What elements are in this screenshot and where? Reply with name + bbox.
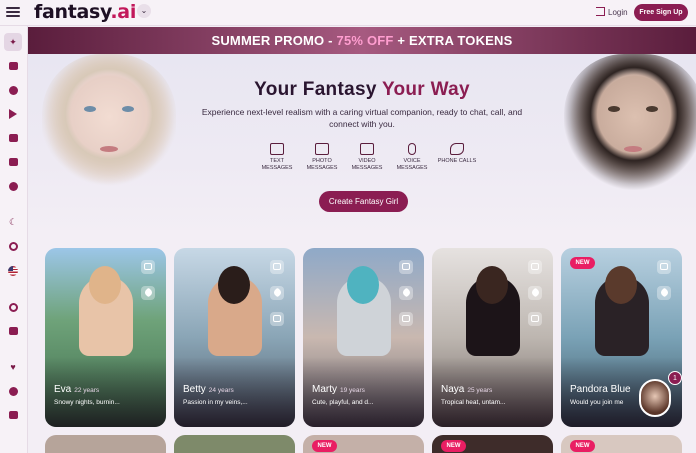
character-card[interactable]: NEW — [561, 435, 682, 453]
hero-title: Your Fantasy Your Way — [28, 79, 696, 101]
us-flag-icon[interactable] — [5, 263, 21, 279]
signup-button[interactable]: Free Sign Up — [634, 4, 688, 21]
chat-icon[interactable] — [399, 260, 413, 274]
hero-subtitle: Experience next-level realism with a car… — [201, 107, 523, 129]
sparkle-icon[interactable]: ✦ — [4, 33, 22, 51]
card-tagline: Snowy nights, burnin... — [54, 399, 120, 406]
logo-text: fantasy — [34, 1, 111, 23]
feature-voice-messages: VOICE MESSAGES — [392, 143, 432, 172]
heart-icon[interactable] — [399, 286, 413, 300]
globe-icon[interactable] — [5, 299, 21, 315]
hero-title-accent: Your Way — [381, 79, 470, 100]
video-icon — [360, 143, 374, 155]
hero-portrait-left — [30, 54, 188, 204]
new-badge: NEW — [312, 440, 337, 452]
feature-video-messages: VIDEO MESSAGES — [347, 143, 387, 172]
heart-icon[interactable]: ♥ — [5, 359, 21, 375]
phone-icon — [450, 143, 464, 155]
login-label: Login — [608, 8, 628, 17]
chat-icon[interactable] — [270, 260, 284, 274]
video-icon[interactable] — [399, 312, 413, 326]
moon-icon[interactable]: ☾ — [5, 214, 21, 230]
gift-icon[interactable] — [5, 154, 21, 170]
menu-icon[interactable] — [6, 5, 20, 19]
card-tagline: Tropical heat, untam... — [441, 399, 506, 406]
character-card[interactable]: Marty 19 years Cute, playful, and d... — [303, 248, 424, 427]
heart-icon[interactable] — [657, 286, 671, 300]
feature-phone-calls: PHONE CALLS — [437, 143, 477, 165]
card-name: Betty 24 years — [183, 384, 234, 395]
card-name: Pandora Blue — [570, 384, 631, 395]
pin-icon[interactable] — [5, 238, 21, 254]
compass-icon[interactable] — [5, 82, 21, 98]
unread-badge: 1 — [668, 371, 682, 385]
logo-suffix: .ai — [110, 1, 137, 23]
gallery-icon[interactable] — [5, 407, 21, 423]
hero-portrait-right — [556, 54, 696, 204]
card-tagline: Passion in my veins,... — [183, 399, 248, 406]
create-fantasy-girl-button[interactable]: Create Fantasy Girl — [319, 191, 408, 212]
user-icon[interactable] — [5, 383, 21, 399]
card-tagline: Would you join me — [570, 399, 624, 406]
video-icon[interactable] — [270, 312, 284, 326]
card-tagline: Cute, playful, and d... — [312, 399, 374, 406]
video-icon[interactable] — [528, 312, 542, 326]
new-badge: NEW — [570, 257, 595, 269]
logo[interactable]: fantasy.ai — [34, 1, 136, 23]
image-icon[interactable] — [5, 58, 21, 74]
character-card[interactable] — [45, 435, 166, 453]
promo-banner[interactable]: SUMMER PROMO - 75% OFF + EXTRA TOKENS — [28, 27, 696, 54]
play-icon[interactable] — [5, 106, 21, 122]
camera-icon[interactable] — [5, 323, 21, 339]
photo-icon — [315, 143, 329, 155]
chat-icon[interactable] — [657, 260, 671, 274]
heart-icon[interactable] — [270, 286, 284, 300]
feature-photo-messages: PHOTO MESSAGES — [302, 143, 342, 172]
login-icon — [596, 7, 605, 16]
card-name: Naya 25 years — [441, 384, 493, 395]
feature-list: TEXT MESSAGES PHOTO MESSAGES VIDEO MESSA… — [257, 143, 476, 177]
character-card[interactable] — [174, 435, 295, 453]
character-card[interactable]: Eva 22 years Snowy nights, burnin... — [45, 248, 166, 427]
promo-suffix: + EXTRA TOKENS — [393, 33, 513, 48]
hero-title-prefix: Your Fantasy — [254, 79, 382, 100]
heart-icon[interactable] — [141, 286, 155, 300]
chat-icon[interactable] — [141, 260, 155, 274]
promo-prefix: SUMMER PROMO - — [211, 33, 337, 48]
sidebar: ✦ ☾ ♥ — [0, 26, 28, 453]
new-badge: NEW — [570, 440, 595, 452]
mic-icon — [408, 143, 416, 155]
heart-icon[interactable] — [528, 286, 542, 300]
chat-avatar[interactable] — [639, 379, 671, 417]
character-card[interactable]: NEW — [303, 435, 424, 453]
promo-highlight: 75% OFF — [336, 33, 394, 48]
top-bar: fantasy.ai ⌄ Login Free Sign Up — [0, 0, 696, 26]
character-card[interactable]: Betty 24 years Passion in my veins,... — [174, 248, 295, 427]
character-card[interactable]: Naya 25 years Tropical heat, untam... — [432, 248, 553, 427]
coin-icon[interactable] — [5, 178, 21, 194]
card-name: Marty 19 years — [312, 384, 365, 395]
chat-icon[interactable] — [528, 260, 542, 274]
hero-section: Your Fantasy Your Way Experience next-le… — [28, 54, 696, 232]
card-name: Eva 22 years — [54, 384, 100, 395]
new-badge: NEW — [441, 440, 466, 452]
chevron-down-icon[interactable]: ⌄ — [137, 4, 151, 18]
feature-text-messages: TEXT MESSAGES — [257, 143, 297, 172]
chat-icon — [270, 143, 284, 155]
character-card[interactable]: NEW — [432, 435, 553, 453]
login-link[interactable]: Login — [596, 7, 628, 17]
login-icon[interactable] — [5, 130, 21, 146]
